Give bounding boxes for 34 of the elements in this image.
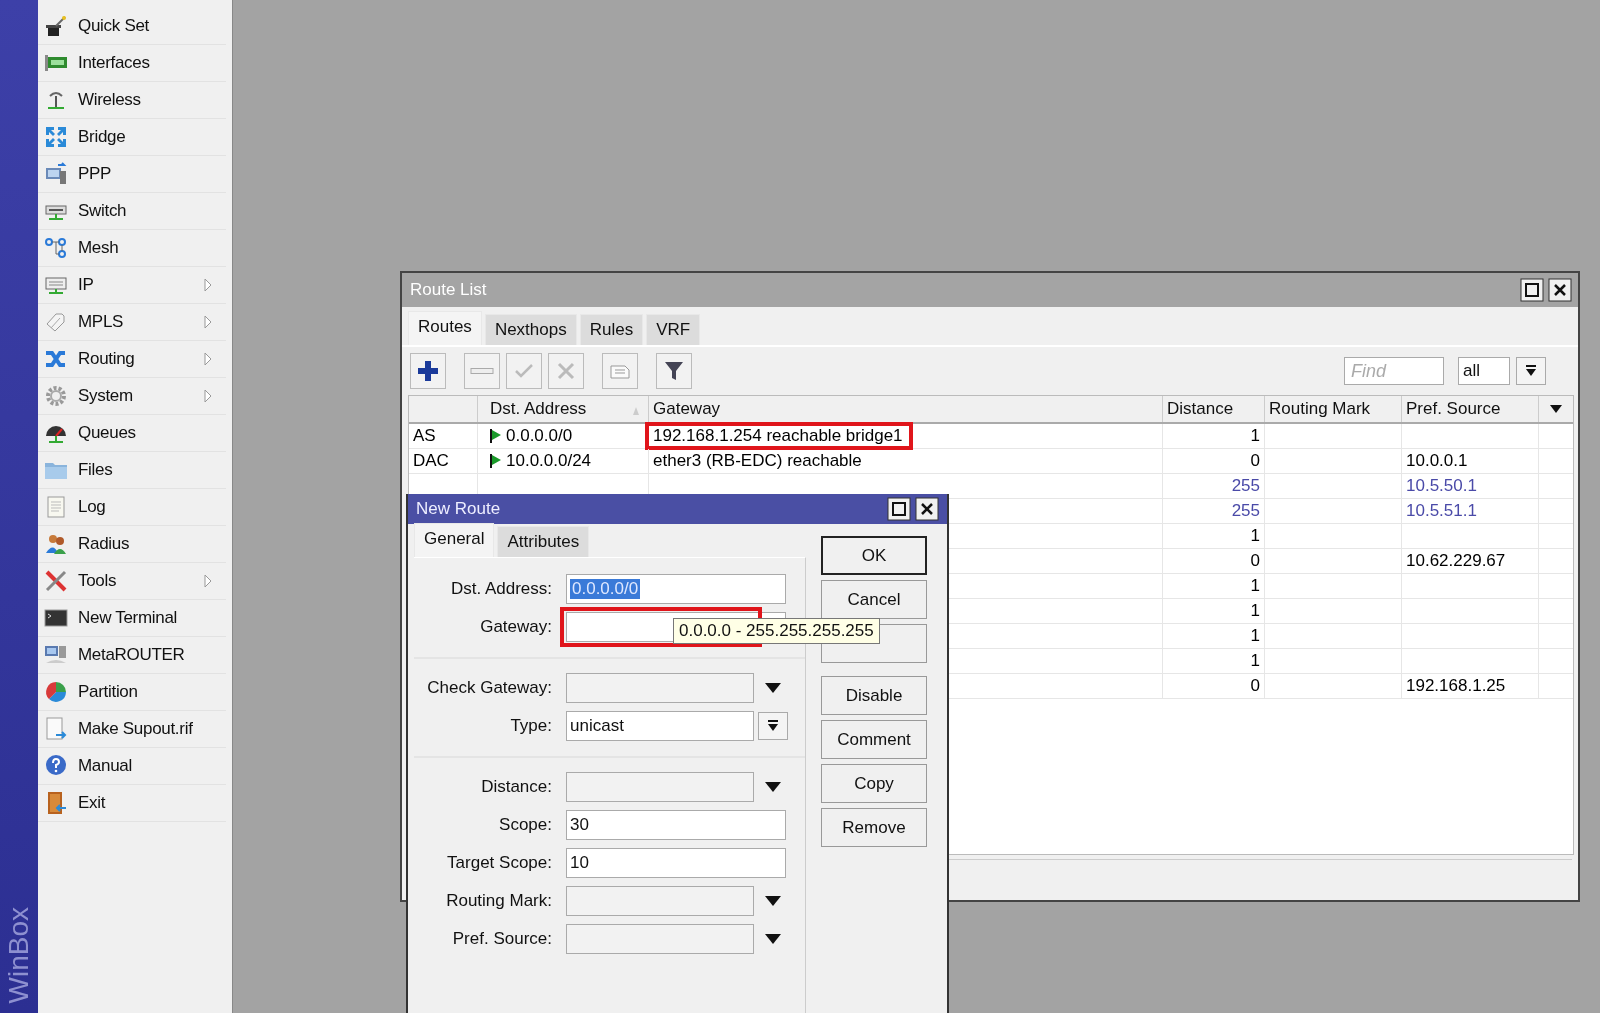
table-cell: ether3 (RB-EDC) reachable (653, 451, 862, 471)
table-cell: 1 (1250, 576, 1260, 596)
table-cell: 1 (1250, 626, 1260, 646)
field-label: Dst. Address: (449, 579, 553, 599)
field-label: Target Scope: (446, 853, 553, 873)
table-cell: 0 (1250, 551, 1260, 571)
table-cell: 10.62.229.67 (1406, 551, 1506, 571)
field-label: Type: (509, 716, 553, 736)
field-label: Pref. Source: (451, 929, 553, 949)
field-label: Distance: (480, 777, 553, 797)
table-cell: 0 (1250, 676, 1260, 696)
field-label: Scope: (498, 815, 553, 835)
table-cell: 10.5.51.1 (1406, 501, 1477, 521)
table-cell: AS (413, 426, 436, 446)
table-cell: 0.0.0.0/0 (506, 426, 573, 446)
table-cell: 255 (1231, 501, 1260, 521)
table-cell: DAC (413, 451, 449, 471)
table-cell: 192.168.1.25 (1406, 676, 1506, 696)
table-cell: 1 (1250, 651, 1260, 671)
window-title: Route List (410, 280, 488, 300)
table-cell: 1 (1250, 426, 1260, 446)
table-cell: 1 (1250, 601, 1260, 621)
brand-label: WinBox (3, 906, 35, 1003)
table-cell: 10.0.0.0/24 (506, 451, 592, 471)
table-cell: 255 (1231, 476, 1260, 496)
table-cell: 1 (1250, 526, 1260, 546)
table-cell: 10.0.0.1 (1406, 451, 1468, 471)
window-title: New Route (416, 499, 502, 519)
field-label: Routing Mark: (445, 891, 553, 911)
field-label: Gateway: (479, 617, 553, 637)
field-label: Check Gateway: (426, 678, 553, 698)
tooltip: 0.0.0.0 - 255.255.255.255 (673, 618, 880, 644)
table-cell: 0 (1250, 451, 1260, 471)
table-cell: 10.5.50.1 (1406, 476, 1477, 496)
